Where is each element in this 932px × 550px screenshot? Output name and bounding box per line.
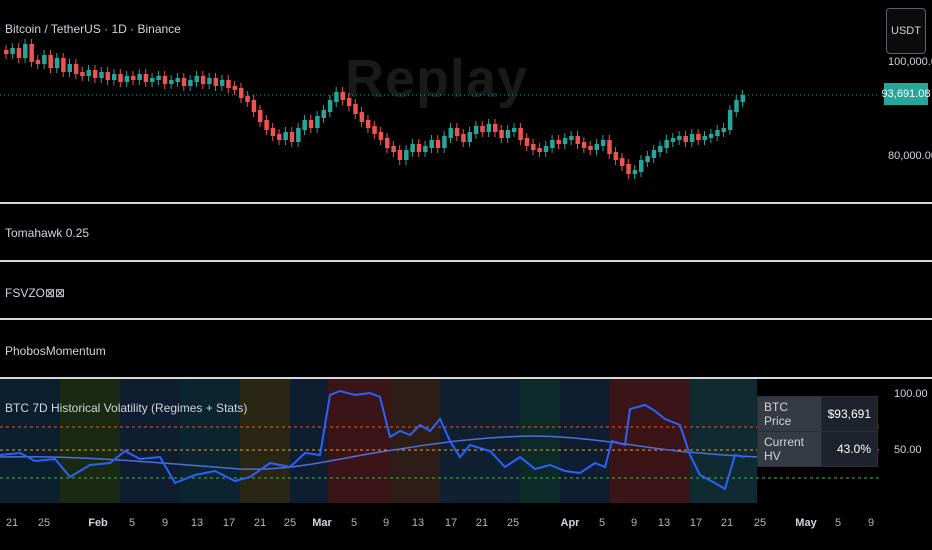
time-axis-label: 17 [222, 517, 236, 529]
time-axis-label: Feb [88, 517, 108, 529]
currency-button[interactable]: USDT [886, 8, 926, 54]
time-axis-label: Apr [560, 517, 580, 529]
time-axis-label: 25 [37, 517, 51, 529]
price-tick-100k: 100,000.00 [888, 56, 932, 68]
time-axis-label: May [795, 517, 817, 529]
time-axis-label: 5 [834, 517, 842, 529]
stats-key: Current HV [757, 431, 822, 467]
time-axis-label: 17 [444, 517, 458, 529]
vol-scale-50: 50.00 [894, 444, 922, 456]
indicator-phobos-label: PhobosMomentum [5, 344, 106, 358]
time-axis-label: 13 [657, 517, 671, 529]
indicator-fsvzo-label: FSVZO⊠⊠ [5, 286, 66, 300]
time-axis-label: 21 [253, 517, 267, 529]
time-axis-label: 17 [689, 517, 703, 529]
time-axis-label: 13 [190, 517, 204, 529]
stats-value: 43.0% [820, 431, 879, 467]
volatility-chart[interactable] [0, 379, 880, 503]
stats-row: BTC Price $93,691 [757, 396, 879, 432]
price-tick-80k: 80,000.00 [888, 150, 932, 162]
symbol-title: Bitcoin / TetherUS · 1D · Binance [5, 22, 181, 36]
vol-scale-100: 100.00 [894, 388, 928, 400]
indicator-tomahawk-label: Tomahawk 0.25 [5, 226, 90, 240]
time-axis-label: 25 [753, 517, 767, 529]
pane-divider[interactable] [0, 260, 932, 262]
time-axis-label: 21 [720, 517, 734, 529]
time-axis-label: 9 [382, 517, 390, 529]
pane-divider[interactable] [0, 202, 932, 204]
time-axis-label: 9 [161, 517, 169, 529]
time-axis-label: 25 [283, 517, 297, 529]
time-axis-label: 21 [475, 517, 489, 529]
current-price-badge: 93,691.08 [882, 83, 930, 105]
stats-key: BTC Price [757, 396, 822, 432]
time-axis-label: 5 [350, 517, 358, 529]
stats-row: Current HV 43.0% [757, 431, 879, 467]
volatility-title: BTC 7D Historical Volatility (Regimes + … [5, 401, 248, 415]
time-axis-label: 25 [506, 517, 520, 529]
pane-divider[interactable] [0, 318, 932, 320]
time-axis-label: Mar [312, 517, 332, 529]
time-axis-label: 21 [5, 517, 19, 529]
time-axis-label: 9 [867, 517, 875, 529]
time-axis-label: 13 [411, 517, 425, 529]
stats-value: $93,691 [820, 396, 879, 432]
time-axis-label: 5 [598, 517, 606, 529]
time-axis-label: 5 [128, 517, 136, 529]
stats-table: BTC Price $93,691 Current HV 43.0% [757, 396, 879, 467]
time-axis-label: 9 [630, 517, 638, 529]
